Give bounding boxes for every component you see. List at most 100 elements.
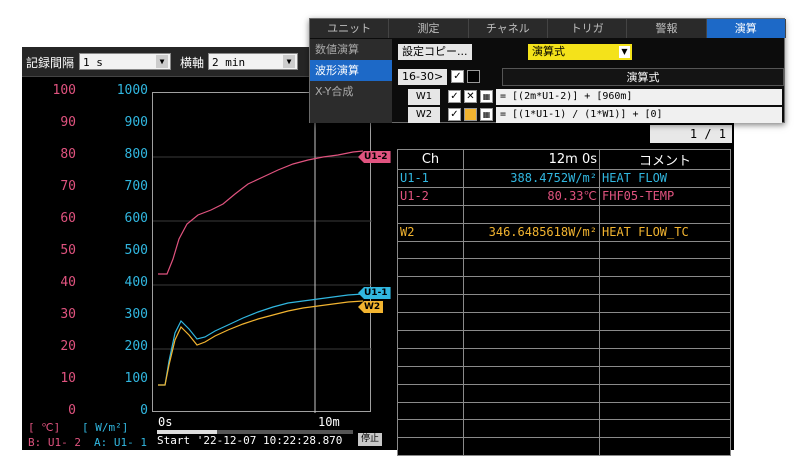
tab-calculation[interactable]: 演算	[706, 19, 786, 38]
formula-select[interactable]: 演算式 ▼	[528, 44, 632, 60]
time-end-label: 10m	[318, 415, 340, 429]
cell-value: 80.33℃	[463, 186, 600, 206]
table-row[interactable]	[397, 365, 731, 385]
tab-alarm[interactable]: 警報	[627, 19, 707, 38]
b-axis-tick: 10	[60, 371, 76, 386]
table-row[interactable]	[397, 294, 731, 314]
b-axis-tick: 0	[68, 403, 76, 418]
tab-measure[interactable]: 測定	[389, 19, 469, 38]
a-axis-tick: 900	[124, 115, 148, 130]
page-indicator: 1 / 1	[650, 125, 732, 143]
b-unit-label: [ ℃]	[28, 421, 61, 434]
table-row[interactable]	[397, 347, 731, 367]
a-axis-tick: 600	[124, 211, 148, 226]
table-row[interactable]	[397, 276, 731, 296]
trace-u1-1	[158, 293, 364, 386]
trace-tag-u1-1[interactable]: U1-1	[358, 287, 391, 299]
cell-ch: U1-2	[397, 186, 464, 206]
table-row[interactable]	[397, 258, 731, 278]
table-header-row: Ch 12m 0s コメント	[397, 149, 731, 170]
channel-value-table: Ch 12m 0s コメント U1-1 388.4752W/m² HEAT FL…	[397, 149, 731, 457]
tab-channel[interactable]: チャネル	[469, 19, 548, 38]
timebase-value: 2 min	[212, 56, 246, 69]
w2-table-icon[interactable]: ▦	[480, 108, 493, 121]
w2-enable-checkbox[interactable]: ✓	[448, 108, 461, 121]
cell-value: 388.4752W/m²	[463, 169, 600, 188]
sidebar-item-numeric-calc[interactable]: 数値演算	[310, 39, 392, 60]
w1-table-icon[interactable]: ▦	[480, 90, 493, 103]
sidebar-item-xy-composite[interactable]: X-Y合成	[310, 81, 392, 102]
table-row[interactable]	[397, 383, 731, 403]
cell-ch: W2	[397, 222, 464, 242]
tab-unit[interactable]: ユニット	[310, 19, 390, 38]
w2-expression[interactable]: = [(1*U1-1) / (1*W1)] + [0]	[496, 107, 782, 123]
interval-select[interactable]: 1 s ▼	[79, 53, 171, 70]
tab-trigger[interactable]: トリガ	[548, 19, 628, 38]
table-row[interactable]	[397, 240, 731, 260]
select-all-checkbox[interactable]	[467, 70, 480, 83]
a-axis-tick: 700	[124, 179, 148, 194]
expression-header: 演算式	[502, 68, 784, 86]
sidebar-item-waveform-calc[interactable]: 波形演算	[310, 60, 392, 81]
col-header-comment: コメント	[599, 149, 731, 170]
a-unit-label: [ W/m²]	[82, 421, 129, 434]
w2-color-swatch[interactable]	[464, 108, 477, 121]
timebase-select[interactable]: 2 min ▼	[208, 53, 298, 70]
enable-all-checkbox[interactable]: ✓	[451, 70, 464, 83]
b-axis-tick: 60	[60, 211, 76, 226]
table-row[interactable]: U1-2 80.33℃ FHF05-TEMP	[397, 186, 731, 206]
b-axis-tick: 100	[52, 83, 76, 98]
cell-comment	[599, 204, 731, 224]
a-axis-tick: 400	[124, 275, 148, 290]
timebase-label: 横軸	[180, 56, 205, 70]
b-axis-tick: 90	[60, 115, 76, 130]
settings-tabs: ユニット 測定 チャネル トリガ 警報 演算	[310, 19, 786, 38]
cell-comment: HEAT FLOW_TC	[599, 222, 731, 242]
b-axis-tick: 80	[60, 147, 76, 162]
calculation-settings-panel: ユニット 測定 チャネル トリガ 警報 演算 数値演算 波形演算 X-Y合成 設…	[309, 18, 786, 123]
waveform-toolbar: 記録間隔 1 s ▼ 横軸 2 min ▼	[22, 47, 312, 77]
a-assign-label: A: U1- 1	[94, 436, 147, 449]
w1-disabled-checkbox[interactable]: ✕	[464, 90, 477, 103]
copy-settings-button[interactable]: 設定コピー...	[398, 44, 472, 60]
table-row[interactable]	[397, 204, 731, 224]
trace-u1-2	[158, 150, 364, 275]
chevron-down-icon: ▼	[156, 55, 168, 68]
interval-value: 1 s	[83, 56, 103, 69]
b-assign-label: B: U1- 2	[28, 436, 81, 449]
a-axis-tick: 500	[124, 243, 148, 258]
formula-select-value: 演算式	[532, 45, 565, 58]
b-axis-tick: 70	[60, 179, 76, 194]
interval-label: 記録間隔	[26, 56, 75, 70]
cell-comment: FHF05-TEMP	[599, 186, 731, 206]
table-row[interactable]	[397, 330, 731, 349]
cell-value: 346.6485618W/m²	[463, 222, 600, 242]
table-row[interactable]	[397, 312, 731, 332]
stop-button[interactable]: 停止	[358, 433, 382, 446]
a-axis-tick: 200	[124, 339, 148, 354]
table-row[interactable]: W2 346.6485618W/m² HEAT FLOW_TC	[397, 222, 731, 242]
table-row[interactable]	[397, 401, 731, 421]
w1-enable-checkbox[interactable]: ✓	[448, 90, 461, 103]
cell-ch	[397, 204, 464, 224]
table-row[interactable]	[397, 419, 731, 439]
calc-sidebar: 数値演算 波形演算 X-Y合成	[310, 39, 392, 123]
trace-tag-u1-2[interactable]: U1-2	[358, 151, 391, 163]
b-axis-tick: 20	[60, 339, 76, 354]
b-axis-tick: 50	[60, 243, 76, 258]
channel-range-button[interactable]: 16-30>	[398, 69, 448, 85]
a-axis-tick: 800	[124, 147, 148, 162]
a-axis-tick: 300	[124, 307, 148, 322]
col-header-ch: Ch	[397, 149, 464, 170]
table-row[interactable]	[397, 437, 731, 457]
table-row[interactable]: U1-1 388.4752W/m² HEAT FLOW	[397, 169, 731, 188]
a-axis-tick: 0	[140, 403, 148, 418]
cell-value	[463, 204, 600, 224]
chevron-down-icon: ▼	[283, 55, 295, 68]
trace-w2	[158, 300, 364, 386]
row-label-w1: W1	[408, 89, 440, 105]
waveform-plot[interactable]	[152, 92, 372, 413]
w1-expression[interactable]: = [(2m*U1-2)] + [960m]	[496, 89, 782, 105]
waveform-svg	[153, 93, 372, 413]
b-axis-tick: 40	[60, 275, 76, 290]
